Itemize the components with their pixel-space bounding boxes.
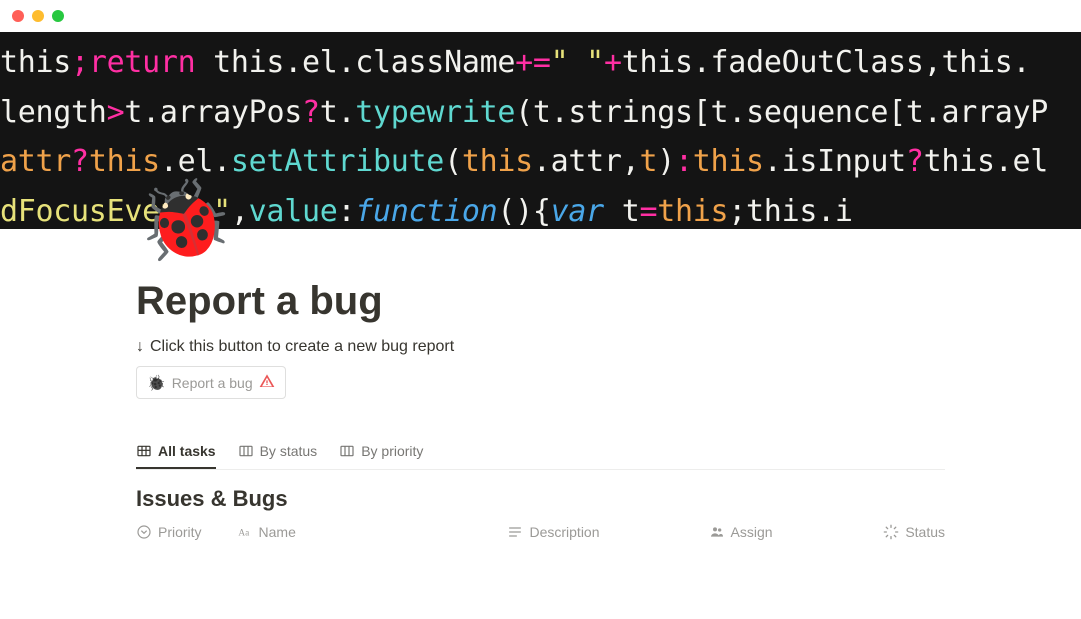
tab-by-status[interactable]: By status <box>238 443 318 469</box>
people-icon <box>709 524 725 540</box>
page-title[interactable]: Report a bug <box>136 279 945 324</box>
column-header-status[interactable]: Status <box>883 524 945 540</box>
database-title[interactable]: Issues & Bugs <box>136 486 945 512</box>
page-subtitle[interactable]: ↓ Click this button to create a new bug … <box>136 338 945 356</box>
cover-code-line: this;return this.el.className+=" "+this.… <box>0 38 1081 88</box>
column-label: Assign <box>731 524 773 540</box>
minimize-window-button[interactable] <box>32 10 44 22</box>
tab-all-tasks[interactable]: All tasks <box>136 443 216 469</box>
subtitle-text: Click this button to create a new bug re… <box>150 338 454 356</box>
board-icon <box>238 443 254 459</box>
column-header-description[interactable]: Description <box>507 524 708 540</box>
report-bug-button-label: Report a bug <box>172 375 253 391</box>
report-bug-button[interactable]: 🐞 Report a bug <box>136 366 286 399</box>
warning-icon <box>259 373 275 392</box>
tab-label: By priority <box>361 443 423 459</box>
column-label: Status <box>905 524 945 540</box>
maximize-window-button[interactable] <box>52 10 64 22</box>
status-icon <box>883 524 899 540</box>
bug-icon: 🐞 <box>147 374 166 392</box>
board-icon <box>339 443 355 459</box>
select-property-icon <box>136 524 152 540</box>
window-titlebar <box>0 0 1081 32</box>
tab-by-priority[interactable]: By priority <box>339 443 423 469</box>
page-icon[interactable]: 🐞 <box>136 181 214 259</box>
column-label: Name <box>259 524 296 540</box>
column-label: Description <box>529 524 599 540</box>
tab-label: All tasks <box>158 443 216 459</box>
column-header-assign[interactable]: Assign <box>709 524 884 540</box>
column-header-priority[interactable]: Priority <box>136 524 237 540</box>
cover-code-line: length>t.arrayPos?t.typewrite(t.strings[… <box>0 88 1081 138</box>
svg-text:Aa: Aa <box>238 528 250 538</box>
close-window-button[interactable] <box>12 10 24 22</box>
tab-label: By status <box>260 443 318 459</box>
text-lines-icon <box>507 524 523 540</box>
column-label: Priority <box>158 524 202 540</box>
column-header-name[interactable]: Aa Name <box>237 524 508 540</box>
table-header-row: Priority Aa Name Description Assign Stat… <box>136 524 945 540</box>
text-property-icon: Aa <box>237 524 253 540</box>
table-icon <box>136 443 152 459</box>
down-arrow-icon: ↓ <box>136 338 144 356</box>
database-view-tabs: All tasks By status By priority <box>136 443 945 470</box>
